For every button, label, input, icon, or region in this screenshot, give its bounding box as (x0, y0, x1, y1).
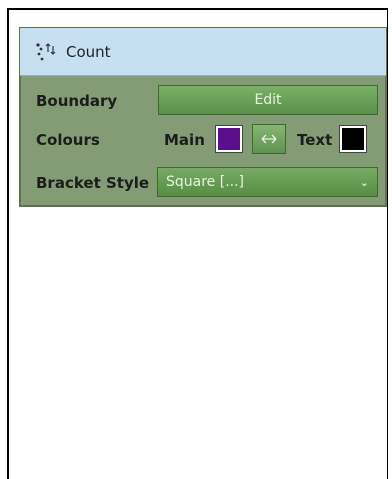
swap-colours-button[interactable] (252, 124, 286, 154)
edit-boundary-button[interactable]: Edit (158, 85, 378, 115)
bracket-style-value: Square [...] (166, 174, 245, 190)
count-dots-icon (36, 42, 56, 60)
main-colour-swatch[interactable] (215, 125, 243, 153)
chevron-down-icon: ⌄ (359, 175, 369, 189)
bracket-style-select[interactable]: Square [...] ⌄ (157, 167, 378, 197)
swap-arrows-icon (261, 134, 277, 144)
main-colour-label: Main (164, 131, 205, 149)
colours-label: Colours (36, 131, 100, 149)
bracket-style-label: Bracket Style (36, 174, 150, 192)
boundary-label: Boundary (36, 92, 118, 110)
panel-title: Count (66, 42, 111, 61)
text-colour-label: Text (297, 131, 333, 149)
panel-header[interactable]: Count (20, 28, 386, 76)
text-colour-swatch[interactable] (339, 125, 367, 153)
